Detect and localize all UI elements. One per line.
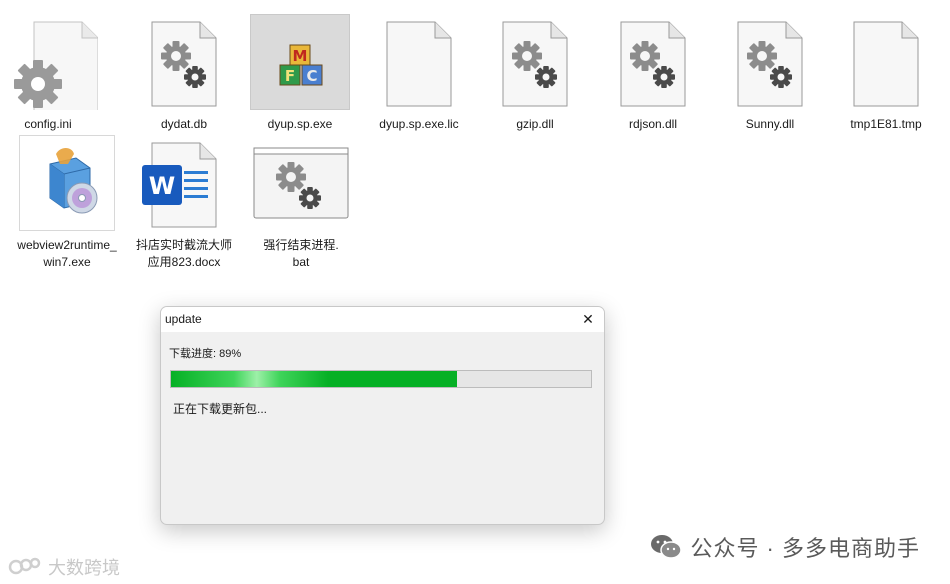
brand-watermark: 大数跨境 xyxy=(8,554,120,580)
progress-label: 下载进度: 89% xyxy=(169,348,242,360)
installer-box-icon xyxy=(19,135,115,231)
file-name: config.ini xyxy=(24,117,72,131)
gear-file-icon xyxy=(720,14,820,110)
file-name: dyup.sp.exe.lic xyxy=(379,117,459,131)
file-item-bat[interactable]: 强行结束进程.bat xyxy=(251,135,351,271)
file-name: gzip.dll xyxy=(516,117,554,131)
svg-text:W: W xyxy=(149,172,175,200)
file-name: dyup.sp.exe xyxy=(267,117,333,131)
file-name: Sunny.dll xyxy=(745,117,795,131)
svg-text:F: F xyxy=(285,67,295,85)
dialog-titlebar[interactable]: update ✕ xyxy=(161,307,604,332)
mfc-blocks-icon: M F C xyxy=(250,14,350,110)
brand-logo-icon xyxy=(8,557,41,575)
file-name: webview2runtime_win7.exe xyxy=(17,238,117,269)
file-item-word-docx[interactable]: W 抖店实时截流大师应用823.docx xyxy=(134,135,234,271)
svg-text:M: M xyxy=(293,47,308,65)
close-button[interactable]: ✕ xyxy=(572,307,604,332)
gear-file-icon xyxy=(134,14,234,110)
dialog-title: update xyxy=(165,312,202,326)
batch-window-icon xyxy=(251,135,351,231)
svg-text:C: C xyxy=(306,67,317,85)
file-item-tmp1e81-tmp[interactable]: tmp1E81.tmp xyxy=(836,14,936,133)
close-icon: ✕ xyxy=(582,311,594,327)
file-item-gzip-dll[interactable]: gzip.dll xyxy=(485,14,585,133)
wechat-icon xyxy=(651,535,683,559)
gear-file-icon xyxy=(485,14,585,110)
word-document-icon: W xyxy=(134,135,234,231)
gear-file-icon xyxy=(603,14,703,110)
file-name: rdjson.dll xyxy=(628,117,678,131)
wechat-watermark-text: 公众号 · 多多电商助手 xyxy=(690,536,920,561)
config-settings-icon xyxy=(0,14,98,110)
file-name: 强行结束进程.bat xyxy=(263,238,339,269)
blank-file-icon xyxy=(836,14,936,110)
brand-watermark-text: 大数跨境 xyxy=(48,558,120,578)
update-dialog: update ✕ 下载进度: 89% 正在下载更新包... xyxy=(160,306,605,525)
progress-fill xyxy=(171,371,457,387)
wechat-watermark: 公众号 · 多多电商助手 xyxy=(650,531,920,563)
file-item-dydat-db[interactable]: dydat.db xyxy=(134,14,234,133)
file-name: dydat.db xyxy=(160,117,208,131)
file-item-dyup-sp-exe-lic[interactable]: dyup.sp.exe.lic xyxy=(369,14,469,133)
file-item-config-ini[interactable]: config.ini xyxy=(0,14,98,133)
file-name: 抖店实时截流大师应用823.docx xyxy=(136,238,233,269)
file-item-webview2runtime-win7-exe[interactable]: webview2runtime_win7.exe xyxy=(17,135,117,271)
blank-file-icon xyxy=(369,14,469,110)
status-text: 正在下载更新包... xyxy=(173,402,268,416)
file-item-rdjson-dll[interactable]: rdjson.dll xyxy=(603,14,703,133)
file-item-sunny-dll[interactable]: Sunny.dll xyxy=(720,14,820,133)
file-name: tmp1E81.tmp xyxy=(850,117,922,131)
progress-bar xyxy=(170,370,592,388)
file-item-dyup-sp-exe[interactable]: M F C dyup.sp.exe xyxy=(250,14,350,133)
